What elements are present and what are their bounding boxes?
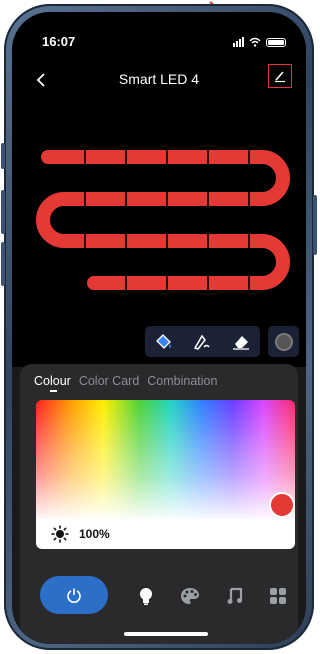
active-tab-indicator [50, 390, 57, 392]
music-icon [227, 587, 243, 604]
brightness-value: 100% [79, 527, 110, 541]
page-title: Smart LED 4 [118, 71, 200, 87]
status-time: 16:07 [42, 34, 76, 49]
tab-combination[interactable]: Combination [147, 374, 217, 388]
app-header: Smart LED 4 [12, 64, 306, 94]
side-button [1, 143, 5, 169]
volume-button [1, 190, 5, 234]
paint-tool-button[interactable] [152, 331, 176, 353]
bottom-nav [20, 568, 298, 614]
color-dot-icon [274, 332, 293, 351]
palette-icon [181, 588, 199, 604]
bulb-icon [140, 588, 152, 605]
draw-tool-button[interactable] [190, 331, 214, 353]
status-bar: 16:07 [12, 34, 306, 52]
brightness-icon [51, 525, 69, 543]
draw-toolbar [145, 326, 260, 357]
color-tabs: Colour Color Card Combination [34, 374, 217, 388]
wifi-icon [249, 37, 261, 47]
eraser-icon [232, 335, 249, 350]
power-icon [67, 588, 81, 603]
edit-button[interactable] [268, 64, 292, 88]
tab-colour[interactable]: Colour [34, 374, 71, 388]
brightness-slider[interactable]: 100% [36, 519, 295, 549]
color-palette[interactable] [36, 400, 295, 519]
color-picker-thumb[interactable] [269, 492, 295, 518]
erase-tool-button[interactable] [229, 331, 253, 353]
paint-bucket-icon [156, 333, 172, 349]
nav-palette[interactable] [180, 586, 200, 606]
signal-icon [233, 37, 244, 47]
power-side-button [313, 195, 317, 255]
volume-button [1, 242, 5, 286]
nav-bulb[interactable] [136, 586, 156, 606]
color-panel: Colour Color Card Combination 100% [20, 364, 298, 644]
nav-music[interactable] [225, 586, 245, 606]
pen-icon [194, 334, 211, 350]
edit-pen-icon [275, 71, 285, 83]
tab-color-card[interactable]: Color Card [79, 374, 139, 388]
home-indicator [124, 632, 208, 636]
power-button[interactable] [40, 576, 108, 614]
led-strip[interactable] [12, 142, 306, 292]
color-preview-button[interactable] [268, 326, 299, 357]
battery-icon [266, 37, 286, 47]
led-canvas-area: 16:07 Smart LED 4 [12, 12, 306, 367]
app-screen: 16:07 Smart LED 4 Colour Color Card Comb… [12, 12, 306, 644]
scenes-icon [270, 588, 286, 604]
nav-scenes[interactable] [268, 586, 288, 606]
